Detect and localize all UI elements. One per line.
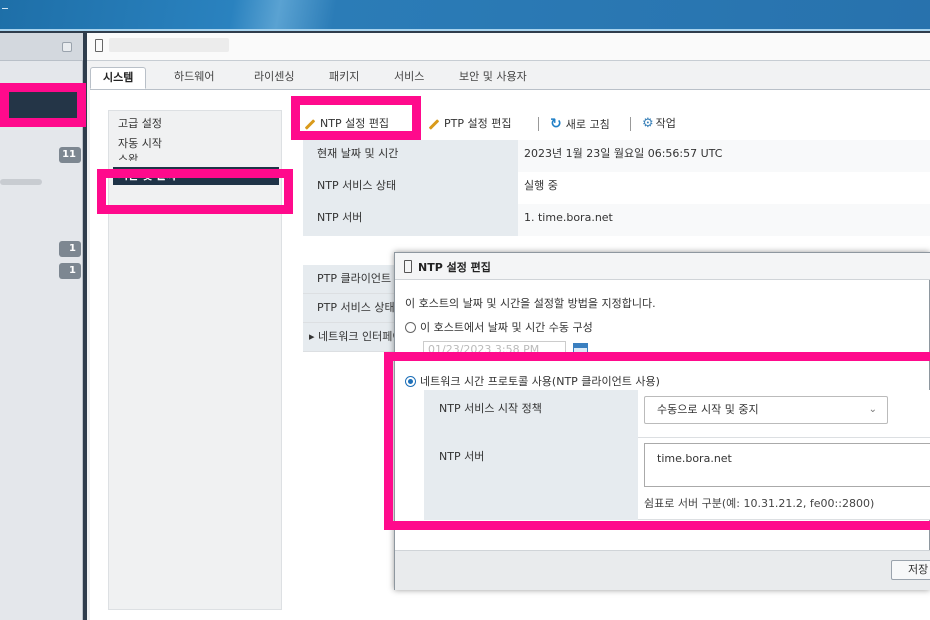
policy-value: 수동으로 시작 및 중지 bbox=[657, 403, 759, 416]
dialog-header: NTP 설정 편집 bbox=[395, 253, 930, 280]
navigator-selected-item[interactable] bbox=[0, 92, 78, 118]
table-row: PTP 클라이언트 bbox=[303, 265, 403, 294]
tab-system[interactable]: 시스템 bbox=[90, 67, 147, 89]
row-value: 2023년 1월 23일 월요일 06:56:57 UTC bbox=[518, 140, 930, 172]
navigator-header bbox=[0, 33, 83, 61]
manual-time-radio[interactable]: 이 호스트에서 날짜 및 시간 수동 구성 bbox=[405, 319, 593, 335]
refresh-button[interactable]: ↻ 새로 고침 bbox=[550, 115, 610, 133]
edit-ntp-button[interactable]: NTP 설정 편집 bbox=[304, 115, 389, 133]
server-hint: 쉼표로 서버 구분(예: 10.31.21.2, fe00::2800) bbox=[644, 497, 875, 510]
policy-cell: 수동으로 시작 및 중지 ⌄ bbox=[638, 390, 930, 438]
edit-ptp-label: PTP 설정 편집 bbox=[444, 117, 512, 130]
refresh-label: 새로 고침 bbox=[565, 118, 610, 131]
toolbar-divider bbox=[538, 117, 539, 131]
navigator-item[interactable] bbox=[0, 179, 42, 185]
collapse-icon[interactable] bbox=[62, 42, 72, 52]
radio-selected-icon[interactable] bbox=[405, 376, 416, 387]
row-value: 실행 중 bbox=[518, 172, 930, 204]
manual-date-input[interactable]: 01/23/2023 3:58 PM bbox=[423, 341, 566, 359]
host-title bbox=[109, 38, 229, 52]
count-badge: 11 bbox=[59, 147, 81, 163]
tab-security-users[interactable]: 보안 및 사용자 bbox=[447, 67, 539, 89]
radio-icon[interactable] bbox=[405, 322, 416, 333]
table-row: NTP 서비스 상태 실행 중 bbox=[303, 172, 930, 204]
chevron-down-icon: ⌄ bbox=[868, 404, 877, 415]
table-row: NTP 서버 1. time.bora.net bbox=[303, 204, 930, 236]
host-icon bbox=[95, 39, 103, 52]
row-label: NTP 서비스 상태 bbox=[303, 172, 518, 204]
tab-licensing[interactable]: 라이센싱 bbox=[242, 67, 306, 89]
row-value: 1. time.bora.net bbox=[518, 204, 930, 236]
ntp-settings-grid: NTP 서비스 시작 정책 수동으로 시작 및 중지 ⌄ NTP 서버 time… bbox=[424, 390, 930, 520]
count-badge: 1 bbox=[59, 241, 81, 257]
tab-bar: 시스템 하드웨어 라이센싱 패키지 서비스 보안 및 사용자 bbox=[87, 63, 930, 89]
menu-icon[interactable] bbox=[2, 8, 8, 9]
policy-label: NTP 서비스 시작 정책 bbox=[424, 390, 638, 438]
manual-time-label: 이 호스트에서 날짜 및 시간 수동 구성 bbox=[420, 321, 593, 334]
table-row: PTP 서비스 상태 bbox=[303, 294, 403, 323]
dialog-description: 이 호스트의 날짜 및 시간을 설정할 방법을 지정합니다. bbox=[405, 297, 656, 310]
dialog-footer: 저장 bbox=[395, 550, 930, 590]
pencil-icon bbox=[428, 118, 440, 130]
system-subnav: 고급 설정 자동 시작 스왑 시간 및 날짜 bbox=[108, 110, 282, 610]
tab-services[interactable]: 서비스 bbox=[382, 67, 436, 89]
ntp-settings-dialog: NTP 설정 편집 이 호스트의 날짜 및 시간을 설정할 방법을 지정합니다.… bbox=[394, 252, 930, 590]
actions-label: 작업 bbox=[655, 117, 676, 130]
ntp-radio[interactable]: 네트워크 시간 프로토콜 사용(NTP 클라이언트 사용) bbox=[405, 373, 660, 389]
save-button[interactable]: 저장 bbox=[891, 560, 930, 580]
policy-select[interactable]: 수동으로 시작 및 중지 ⌄ bbox=[644, 396, 888, 424]
subnav-swap[interactable]: 스왑 bbox=[113, 151, 138, 161]
host-header bbox=[87, 33, 930, 61]
navigator-pane: 11 1 1 bbox=[0, 33, 83, 620]
refresh-icon: ↻ bbox=[550, 116, 562, 132]
calendar-icon[interactable] bbox=[573, 343, 588, 356]
edit-ntp-label: NTP 설정 편집 bbox=[320, 117, 390, 130]
toolbar: NTP 설정 편집 PTP 설정 편집 ↻ 새로 고침 ⚙ 작업 bbox=[300, 112, 920, 136]
row-label: NTP 서버 bbox=[303, 204, 518, 236]
edit-ptp-button[interactable]: PTP 설정 편집 bbox=[428, 115, 511, 133]
server-cell: time.bora.net 쉼표로 서버 구분(예: 10.31.21.2, f… bbox=[638, 438, 930, 520]
server-label: NTP 서버 bbox=[424, 438, 638, 520]
ntp-option-label: 네트워크 시간 프로토콜 사용(NTP 클라이언트 사용) bbox=[420, 375, 660, 388]
subnav-advanced-settings[interactable]: 고급 설정 bbox=[113, 115, 162, 133]
gear-icon: ⚙ bbox=[642, 116, 654, 131]
toolbar-divider bbox=[630, 117, 631, 131]
row-label: 현재 날짜 및 시간 bbox=[303, 140, 518, 172]
tab-hardware[interactable]: 하드웨어 bbox=[162, 67, 226, 89]
count-badge: 1 bbox=[59, 263, 81, 279]
actions-button[interactable]: ⚙ 작업 bbox=[642, 115, 676, 133]
top-banner bbox=[0, 0, 930, 31]
tab-packages[interactable]: 패키지 bbox=[317, 67, 371, 89]
network-interface-row[interactable]: ▸ 네트워크 인터페이스 bbox=[303, 323, 403, 352]
pencil-icon bbox=[304, 118, 316, 130]
ntp-server-input[interactable]: time.bora.net bbox=[644, 443, 930, 487]
host-icon bbox=[404, 260, 412, 273]
table-row: 현재 날짜 및 시간 2023년 1월 23일 월요일 06:56:57 UTC bbox=[303, 140, 930, 172]
subnav-time-date[interactable]: 시간 및 날짜 bbox=[113, 167, 279, 185]
dialog-title: NTP 설정 편집 bbox=[418, 261, 491, 274]
